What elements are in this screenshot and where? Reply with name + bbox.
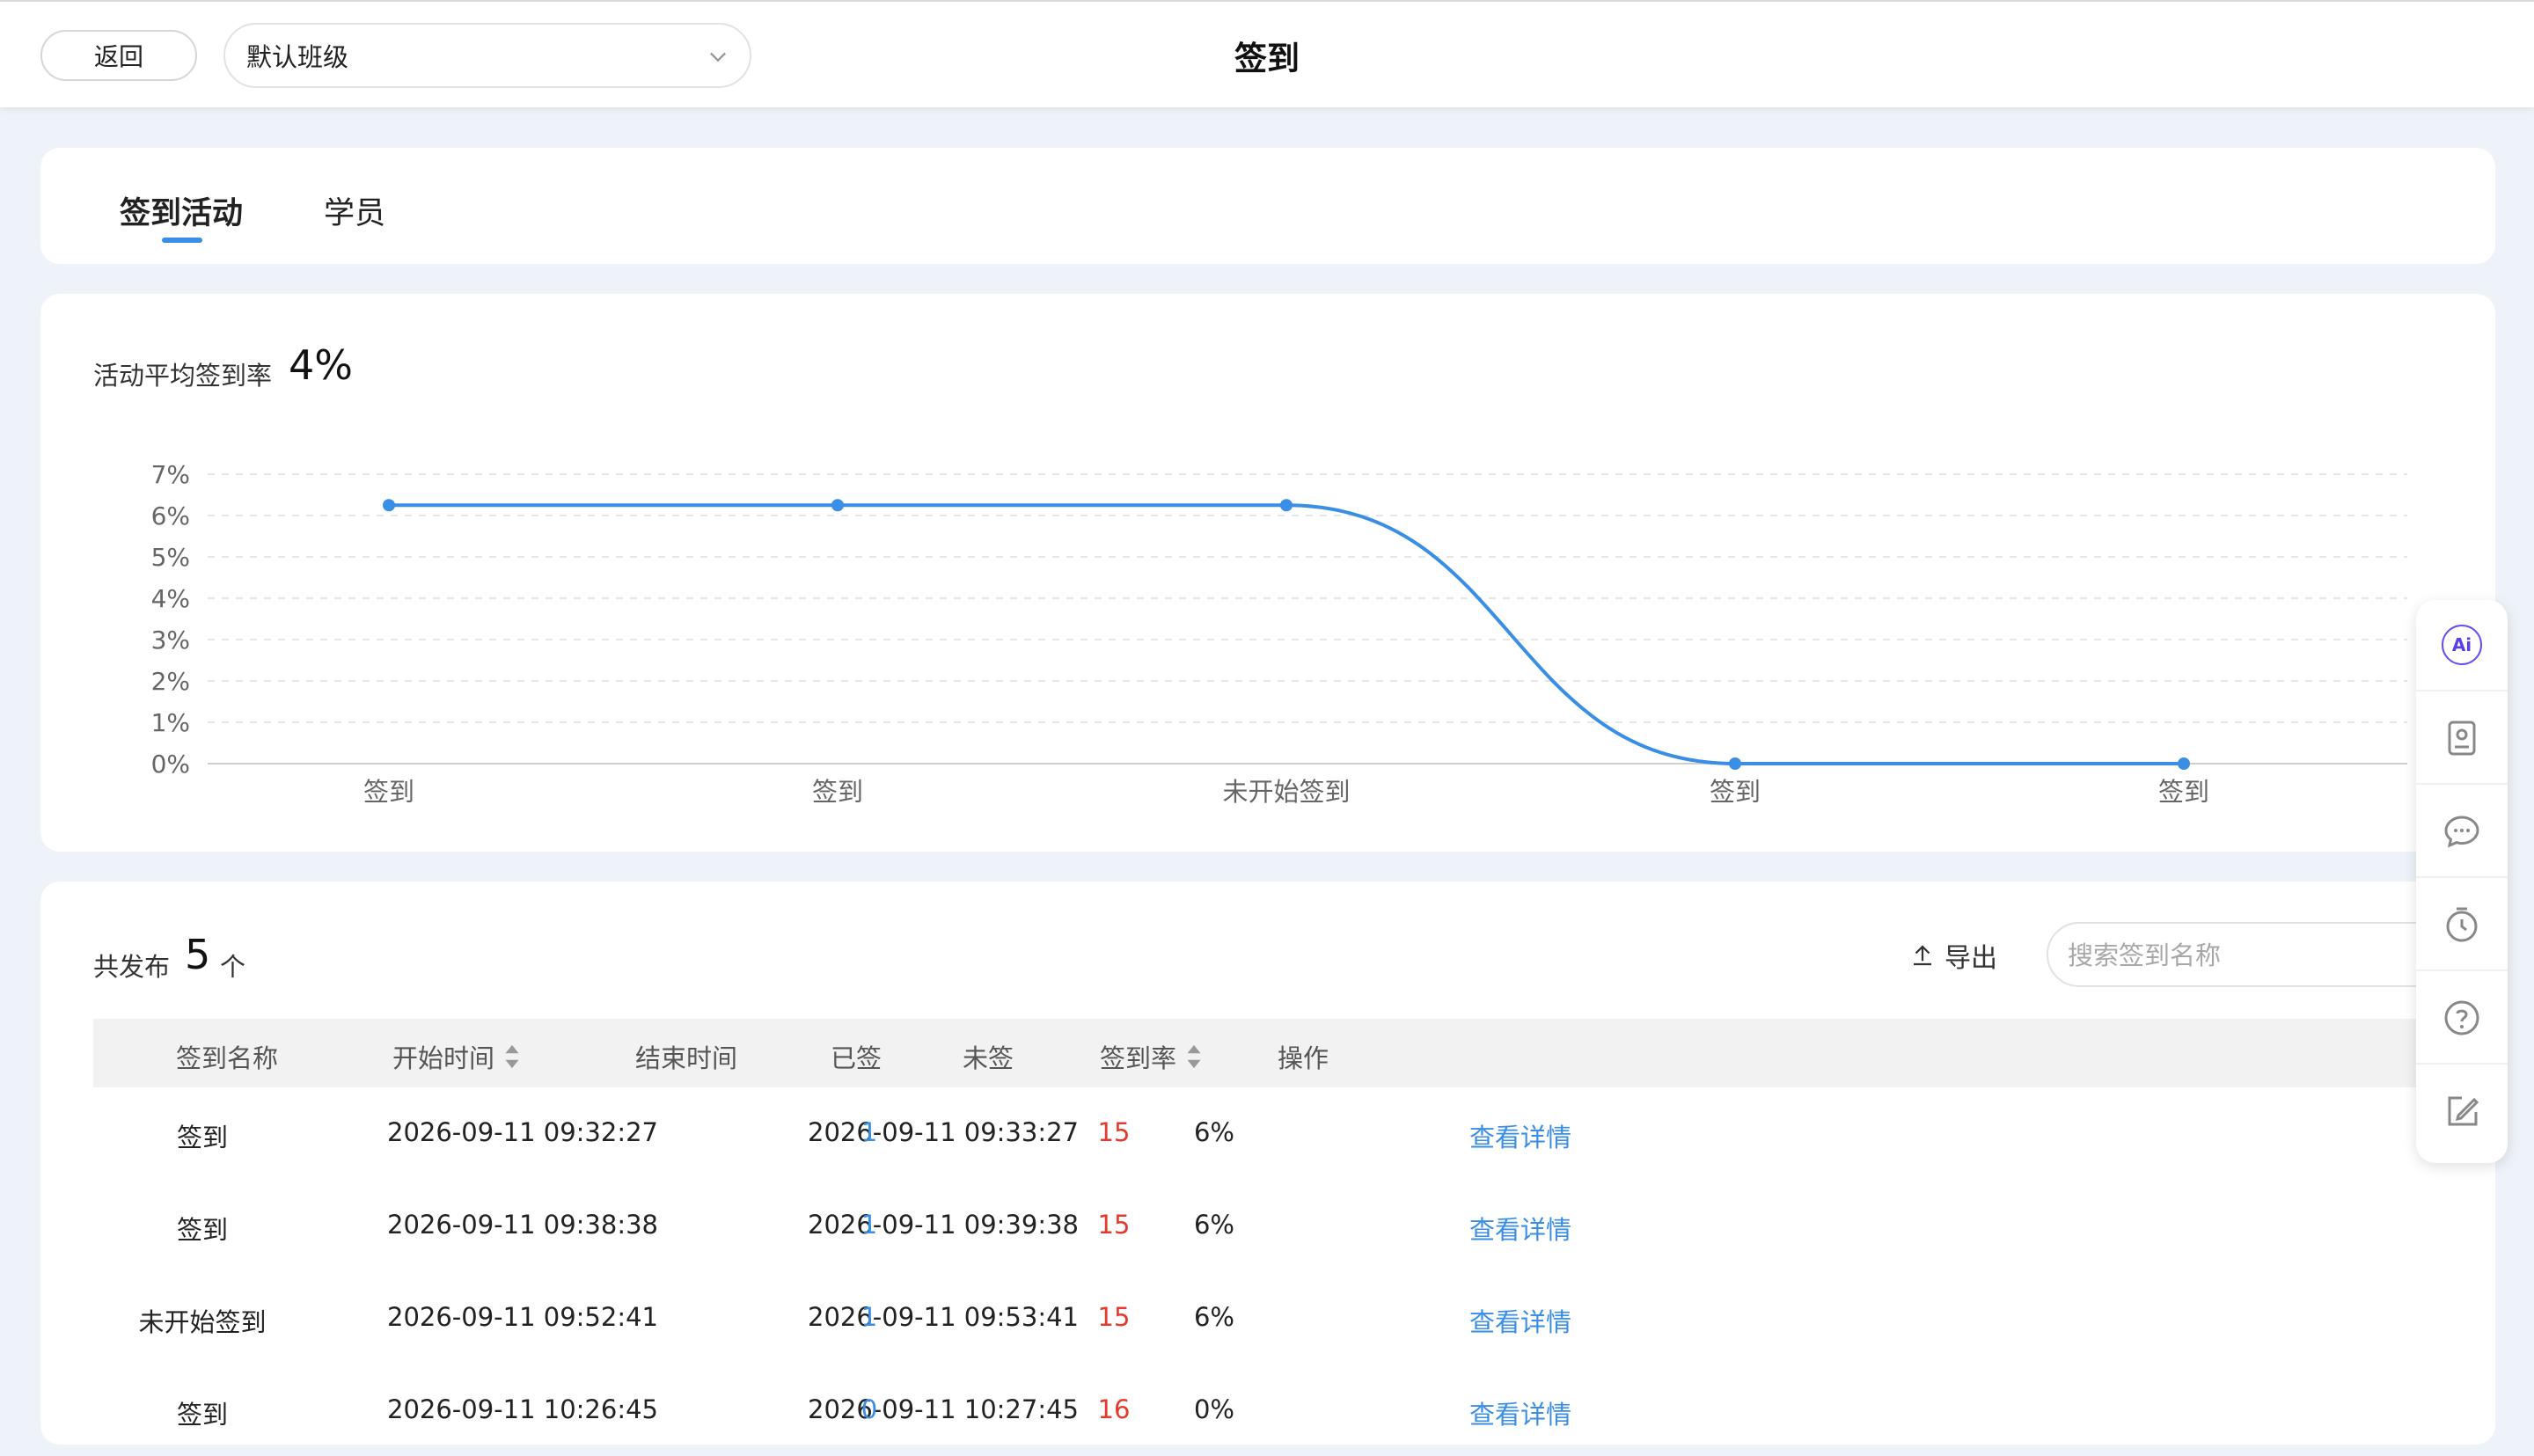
column-header-action: 操作 [1278,1043,1329,1073]
cell-signed: 1 [861,1210,878,1240]
view-details-link[interactable]: 查看详情 [1388,1394,1652,1431]
cell-name: 未开始签到 [138,1307,267,1337]
cell-rate: 6% [1193,1302,1234,1332]
cell-start-time: 2026-09-11 09:52:41 [387,1302,658,1332]
signin-rate-line-chart: 0% 1% 2% 3% 4% 5% 6% 7% 签到 签到 未开始签到 签到 签到 [151,460,2407,807]
cell-start-time: 2026-09-11 10:26:45 [387,1394,658,1424]
chevron-down-icon [710,52,726,62]
timer-button[interactable] [2416,880,2508,971]
table-row: 签到 2026-09-11 09:32:27 2026-09-11 09:33:… [93,1087,2469,1179]
data-point[interactable] [383,499,395,512]
cell-name: 签到 [176,1215,228,1245]
cell-rate: 6% [1193,1210,1234,1240]
class-select-value: 默认班级 [246,42,349,72]
cell-name: 签到 [176,1400,228,1430]
timer-icon [2446,907,2478,942]
tabs-card: 签到活动 学员 [40,148,2495,264]
table-row: 签到 2026-09-11 09:38:38 2026-09-11 09:39:… [93,1180,2469,1271]
edit-icon [2448,1096,2479,1126]
back-button[interactable]: 返回 [40,30,197,81]
svg-text:Ai: Ai [2452,634,2472,655]
x-tick-label: 签到 [2158,777,2209,807]
top-bar: 返回 默认班级 签到 [0,0,2534,107]
table-row: 未开始签到 2026-09-11 09:52:41 2026-09-11 09:… [93,1272,2469,1364]
export-label: 导出 [1944,943,1997,974]
data-point[interactable] [1729,757,1741,770]
tab-students[interactable]: 学员 [324,188,385,233]
data-point[interactable] [2178,757,2190,770]
help-button[interactable] [2416,973,2508,1065]
side-toolbar: Ai [2416,600,2508,1163]
data-point[interactable] [831,499,844,512]
cell-name: 签到 [176,1123,228,1152]
published-count-label: 共发布 [93,952,171,982]
table-card: 共发布 5 个 导出 签到名称 开始时间 结束时间 已签 未签 签到率 [40,882,2495,1445]
ai-assistant-button[interactable]: Ai [2416,600,2508,691]
y-tick-label: 0% [151,750,190,779]
y-tick-label: 5% [151,543,190,572]
view-details-link[interactable]: 查看详情 [1388,1302,1652,1339]
ai-icon: Ai [2442,625,2482,665]
cell-signed: 0 [861,1394,878,1424]
published-count-value: 5 [185,931,211,978]
cell-start-time: 2026-09-11 09:38:38 [387,1210,658,1240]
table-row: 签到 2026-09-11 10:26:45 2026-09-11 10:27:… [93,1365,2469,1456]
edit-button[interactable] [2416,1066,2508,1158]
contact-card-icon [2448,721,2476,756]
class-select[interactable]: 默认班级 [223,23,751,88]
cell-rate: 0% [1193,1394,1234,1424]
sort-icon[interactable] [503,1043,521,1070]
cell-start-time: 2026-09-11 09:32:27 [387,1117,658,1147]
y-tick-label: 1% [151,708,190,737]
y-tick-label: 6% [151,501,190,530]
data-point[interactable] [1280,499,1293,512]
y-tick-label: 2% [151,667,190,696]
table-header: 签到名称 开始时间 结束时间 已签 未签 签到率 操作 [93,1019,2469,1087]
search-box[interactable] [2047,922,2460,987]
contact-card-button[interactable] [2416,693,2508,785]
view-details-link[interactable]: 查看详情 [1388,1210,1652,1247]
series-line [389,503,2184,766]
column-header-start-time[interactable]: 开始时间 [392,1038,521,1075]
x-tick-label: 未开始签到 [1222,777,1350,807]
column-header-signed: 已签 [831,1043,883,1073]
search-input[interactable] [2068,938,2411,973]
y-tick-label: 4% [151,584,190,613]
x-tick-label: 签到 [812,777,863,807]
cell-signed: 1 [861,1302,878,1332]
active-tab-indicator [162,238,202,243]
help-icon [2444,1000,2479,1035]
upload-icon [1914,945,1931,966]
chat-button[interactable] [2416,787,2508,878]
y-tick-label: 3% [151,626,190,655]
cell-signed: 1 [861,1117,878,1147]
x-tick-label: 签到 [363,777,414,807]
y-tick-label: 7% [151,460,190,489]
tab-signin-activities[interactable]: 签到活动 [120,188,243,233]
x-tick-label: 签到 [1710,777,1761,807]
published-count-unit: 个 [220,952,246,982]
column-header-rate[interactable]: 签到率 [1100,1038,1203,1075]
view-details-link[interactable]: 查看详情 [1388,1117,1652,1154]
chart-card: 活动平均签到率 4% 0% 1% 2% 3% 4% 5% 6% 7% 签到 签到 未开始签到 签到 签到 [40,294,2495,852]
export-button[interactable]: 导出 [1909,936,1997,975]
chat-icon [2444,816,2479,848]
cell-rate: 6% [1193,1117,1234,1147]
column-header-unsigned: 未签 [963,1043,1014,1073]
page-title: 签到 [1234,40,1300,77]
sort-icon[interactable] [1185,1043,1203,1070]
column-header-name: 签到名称 [176,1043,279,1073]
column-header-end-time: 结束时间 [635,1043,738,1073]
